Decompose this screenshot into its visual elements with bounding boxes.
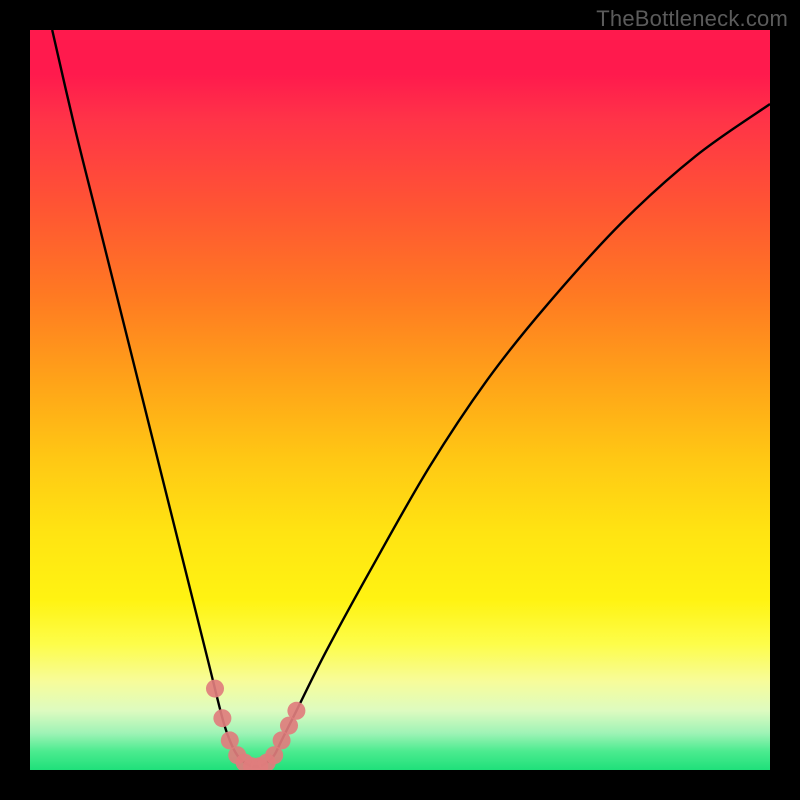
watermark-text: TheBottleneck.com (596, 6, 788, 32)
highlight-marker (287, 702, 305, 720)
highlight-marker (206, 680, 224, 698)
chart-svg (30, 30, 770, 770)
plot-area (30, 30, 770, 770)
outer-frame: TheBottleneck.com (0, 0, 800, 800)
highlighted-points (206, 680, 305, 770)
bottleneck-curve-path (52, 30, 770, 767)
bottleneck-curve (52, 30, 770, 767)
highlight-marker (213, 709, 231, 727)
